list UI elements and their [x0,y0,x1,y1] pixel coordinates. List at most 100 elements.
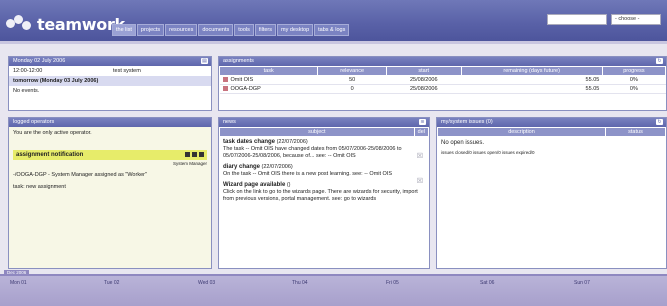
notification-title: assignment notification [16,152,84,158]
remaining: 55.05 [461,75,603,85]
nav-tab-my-desktop[interactable]: my desktop [277,24,314,36]
delete-icon[interactable] [199,152,204,157]
operators-header: logged operators [9,118,211,127]
assignments-title: assignments [223,58,254,64]
task-name[interactable]: Omit OIS [231,77,254,83]
choose-select[interactable]: - choose - [611,14,661,25]
table-row[interactable]: Omit OIS 50 25/08/2006 55.05 0% [219,75,666,85]
table-header-row: task relevance start remaining (days fut… [218,66,667,76]
news-item-title: task dates change [223,139,276,145]
app-logo[interactable]: teamwork [6,14,125,34]
forward-icon[interactable] [192,152,197,157]
relevance: 50 [317,75,387,85]
issues-table: description status [437,127,666,137]
news-item[interactable]: diary change (22/07/2006) On the task --… [219,162,429,185]
news-item-date: () [286,182,291,188]
column-header[interactable]: progress [601,66,667,76]
nav-tab-the-list[interactable]: the list [112,24,136,36]
task-status-icon [222,77,228,83]
calendar-day[interactable]: Thu 04 [292,280,308,286]
assignments-header: assignments ↻ [219,57,666,66]
news-item[interactable]: Wizard page available () Click on the li… [219,180,429,205]
agenda-row[interactable]: 12:00-12:00 test system [9,66,211,76]
news-item-date: (22/07/2006) [261,164,293,170]
column-header[interactable]: relevance [317,66,387,76]
delete-icon[interactable]: ☒ [417,153,423,160]
issues-panel: my/system issues (0) ↻ description statu… [436,117,667,269]
column-header[interactable]: remaining (days future) [460,66,603,76]
news-title: news [223,119,236,125]
nav-tab-tools[interactable]: tools [234,24,254,36]
notification-role: System Manager [172,161,207,166]
agenda-row: No events. [9,86,211,96]
calendar-strip: Dec 2006 Mon 01 Tue 02 Wed 03 Thu 04 Fri… [0,270,667,306]
operators-panel: logged operators You are the only active… [8,117,212,269]
assignments-panel: assignments ↻ task relevance start remai… [218,56,667,111]
news-panel: news ≋ subject del task dates change (22/… [218,117,430,269]
rss-icon[interactable]: ≋ [419,119,426,125]
news-table: subject del [219,127,430,137]
reply-icon[interactable] [185,152,190,157]
calendar-day[interactable]: Mon 01 [10,280,27,286]
calendar-day[interactable]: Sat 06 [480,280,494,286]
start-date: 25/08/2006 [386,75,462,85]
calendar-day[interactable]: Fri 05 [386,280,399,286]
column-header[interactable]: subject [219,127,415,137]
progress: 0% [602,75,666,85]
event-time: No events. [13,88,40,94]
agenda-row: tomorrow (Monday 03 July 2006) [9,76,211,86]
column-header[interactable]: description [437,127,606,137]
nav-tab-resources[interactable]: resources [165,24,198,36]
news-item-date: (22/07/2006) [276,139,308,145]
operators-title: logged operators [13,119,55,125]
operators-status: You are the only active operator. [13,130,92,136]
relevance: 0 [317,84,387,94]
calendar-day[interactable]: Tue 02 [104,280,119,286]
notification-task: task: new assignment [13,184,66,190]
assignments-table: task relevance start remaining (days fut… [218,66,667,94]
logo-icon [6,15,34,33]
progress: 0% [602,84,666,94]
refresh-icon[interactable]: ↻ [656,119,663,125]
nav-tab-projects[interactable]: projects [136,24,165,36]
news-header: news ≋ [219,118,429,127]
calendar-tag[interactable]: Dec 2006 [4,270,30,275]
main-nav: the list projects resources documents to… [112,24,350,36]
start-date: 25/08/2006 [386,84,462,94]
notification-detail: -/OOGA-DGP - System Manager assigned as … [13,172,147,178]
calendar-day[interactable]: Sun 07 [574,280,590,286]
news-item-title: Wizard page available [223,182,286,188]
column-header[interactable]: start [385,66,462,76]
issues-empty: No open issues. [441,140,485,146]
top-header: teamwork the list projects resources doc… [0,0,667,44]
notification-bar[interactable]: assignment notification [13,150,207,160]
event-time: tomorrow (Monday 03 July 2006) [13,78,99,84]
remaining: 55.05 [461,84,603,94]
nav-tab-logs[interactable]: tabs & logs [314,24,350,36]
news-item[interactable]: task dates change (22/07/2006) The task … [219,137,429,162]
event-time: 12:00-12:00 [13,68,43,74]
news-item-body: The task -- Omit OIS have changed dates … [223,146,402,159]
nav-tab-documents[interactable]: documents [198,24,234,36]
issues-title: my/system issues (0) [441,119,493,125]
agenda-header: Monday 02 July 2006 ▤ [9,57,211,66]
calendar-icon[interactable]: ▤ [201,58,208,64]
calendar-day[interactable]: Wed 03 [198,280,215,286]
task-status-icon [222,86,228,92]
issues-header: my/system issues (0) ↻ [437,118,666,127]
column-header[interactable]: task [218,66,319,76]
search-input[interactable] [547,14,607,25]
news-item-body: On the task -- Omit OIS there is a new p… [223,171,393,177]
agenda-panel: Monday 02 July 2006 ▤ 12:00-12:00 test s… [8,56,212,111]
issues-summary: issues closed/0 issues open/0 issues exp… [441,150,535,155]
refresh-icon[interactable]: ↻ [656,58,663,64]
news-item-title: diary change [223,164,261,170]
column-header-action: del [413,127,430,137]
column-header[interactable]: status [605,127,666,137]
event-text: test system [113,68,141,74]
table-row[interactable]: OOGA-DGP 0 25/08/2006 55.05 0% [219,84,666,94]
task-name[interactable]: OOGA-DGP [231,86,261,92]
agenda-title: Monday 02 July 2006 [13,58,66,64]
nav-tab-filters[interactable]: filters [254,24,276,36]
news-item-body: Click on the link to go to the wizards p… [223,189,418,202]
